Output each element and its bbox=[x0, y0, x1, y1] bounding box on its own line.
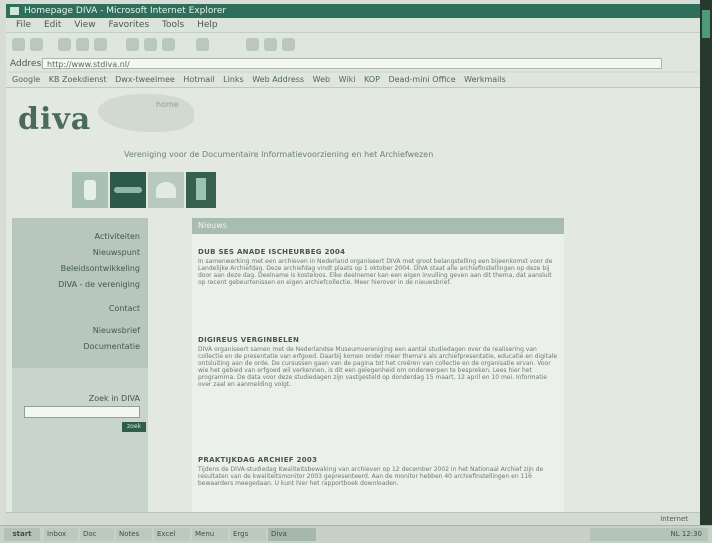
window-title: Homepage DIVA - Microsoft Internet Explo… bbox=[24, 6, 227, 16]
header-tile bbox=[72, 172, 108, 208]
address-bar: Address http://www.stdiva.nl/ bbox=[6, 57, 700, 71]
content-header: Nieuws bbox=[192, 218, 564, 234]
window-edge bbox=[700, 0, 712, 543]
refresh-icon[interactable] bbox=[76, 38, 89, 51]
forward-icon[interactable] bbox=[30, 38, 43, 51]
search-button[interactable]: zoek bbox=[122, 422, 146, 432]
news-content: Nieuws DUB SES ANADE ISCHEURBEG 2004 In … bbox=[192, 218, 564, 512]
taskbar-item[interactable]: Doc bbox=[80, 528, 114, 541]
status-bar: Internet bbox=[6, 512, 700, 525]
scroll-thumb[interactable] bbox=[702, 10, 710, 38]
nav-nieuwspunt[interactable]: Nieuwspunt bbox=[93, 248, 140, 257]
address-label: Address bbox=[10, 59, 46, 69]
link-item[interactable]: KB Zoekdienst bbox=[49, 75, 107, 84]
nav-beleidsontwikkeling[interactable]: Beleidsontwikkeling bbox=[61, 264, 140, 273]
home-link[interactable]: home bbox=[156, 100, 179, 109]
link-item[interactable]: Dead-mini Office bbox=[388, 75, 455, 84]
article-title[interactable]: DUB SES ANADE ISCHEURBEG 2004 bbox=[198, 248, 558, 256]
nav-vereniging[interactable]: DIVA - de vereniging bbox=[58, 280, 140, 289]
link-item[interactable]: Links bbox=[223, 75, 244, 84]
article-body: DIVA organiseert samen met de Nederlands… bbox=[198, 346, 558, 388]
search-panel: Zoek in DIVA zoek bbox=[12, 368, 148, 512]
article-body: In samenwerking met een archieven in Ned… bbox=[198, 258, 553, 286]
taskbar: start Inbox Doc Notes Excel Menu Ergs Di… bbox=[0, 525, 712, 543]
article-title[interactable]: PRAKTIJKDAG ARCHIEF 2003 bbox=[198, 456, 558, 464]
taskbar-item-active[interactable]: Diva bbox=[268, 528, 316, 541]
sidebar-nav: Activiteiten Nieuwspunt Beleidsontwikkel… bbox=[12, 218, 148, 368]
search-input[interactable] bbox=[24, 406, 140, 418]
browser-icon bbox=[10, 7, 19, 15]
home-icon[interactable] bbox=[94, 38, 107, 51]
link-item[interactable]: Werkmails bbox=[464, 75, 506, 84]
menu-bar: File Edit View Favorites Tools Help bbox=[6, 18, 700, 32]
system-tray: NL 12:30 bbox=[590, 528, 708, 541]
link-item[interactable]: Web Address bbox=[252, 75, 304, 84]
web-page: diva home Vereniging voor de Documentair… bbox=[6, 88, 700, 512]
media-icon[interactable] bbox=[196, 38, 209, 51]
logo-swoosh bbox=[98, 94, 194, 132]
link-item[interactable]: Dwx-tweelmee bbox=[115, 75, 175, 84]
article-title[interactable]: DIGIREUS VERGINBELEN bbox=[198, 336, 558, 344]
news-article: DUB SES ANADE ISCHEURBEG 2004 In samenwe… bbox=[198, 248, 558, 286]
article-body: Tijdens de DIVA-studiedag Kwaliteitsbewa… bbox=[198, 466, 544, 487]
menu-file[interactable]: File bbox=[16, 20, 31, 30]
start-button[interactable]: start bbox=[4, 528, 40, 541]
link-item[interactable]: Web bbox=[313, 75, 330, 84]
header-tile bbox=[186, 172, 216, 208]
taskbar-item[interactable]: Inbox bbox=[44, 528, 78, 541]
address-input[interactable]: http://www.stdiva.nl/ bbox=[42, 58, 662, 69]
header-tile bbox=[110, 172, 146, 208]
site-tagline: Vereniging voor de Documentaire Informat… bbox=[124, 150, 434, 159]
news-article: PRAKTIJKDAG ARCHIEF 2003 Tijdens de DIVA… bbox=[198, 456, 558, 487]
menu-view[interactable]: View bbox=[74, 20, 95, 30]
favorites-icon[interactable] bbox=[144, 38, 157, 51]
nav-documentatie[interactable]: Documentatie bbox=[83, 342, 140, 351]
search-icon[interactable] bbox=[126, 38, 139, 51]
toolbar bbox=[6, 32, 700, 58]
nav-activiteiten[interactable]: Activiteiten bbox=[95, 232, 140, 241]
history-icon[interactable] bbox=[162, 38, 175, 51]
nav-contact[interactable]: Contact bbox=[109, 304, 140, 313]
taskbar-item[interactable]: Excel bbox=[154, 528, 190, 541]
link-item[interactable]: Hotmail bbox=[183, 75, 214, 84]
link-item[interactable]: Google bbox=[12, 75, 40, 84]
status-zone: Internet bbox=[660, 515, 688, 523]
link-item[interactable]: Wiki bbox=[339, 75, 356, 84]
window-titlebar: Homepage DIVA - Microsoft Internet Explo… bbox=[6, 4, 700, 18]
taskbar-item[interactable]: Ergs bbox=[230, 528, 266, 541]
menu-help[interactable]: Help bbox=[197, 20, 218, 30]
link-item[interactable]: KOP bbox=[364, 75, 380, 84]
taskbar-item[interactable]: Notes bbox=[116, 528, 152, 541]
site-logo[interactable]: diva bbox=[18, 102, 91, 137]
menu-tools[interactable]: Tools bbox=[162, 20, 184, 30]
nav-nieuwsbrief[interactable]: Nieuwsbrief bbox=[93, 326, 140, 335]
taskbar-item[interactable]: Menu bbox=[192, 528, 228, 541]
news-article: DIGIREUS VERGINBELEN DIVA organiseert sa… bbox=[198, 336, 558, 388]
stop-icon[interactable] bbox=[58, 38, 71, 51]
menu-favorites[interactable]: Favorites bbox=[108, 20, 149, 30]
menu-edit[interactable]: Edit bbox=[44, 20, 61, 30]
screen: Homepage DIVA - Microsoft Internet Explo… bbox=[0, 0, 712, 543]
header-tile bbox=[148, 172, 184, 208]
search-title: Zoek in DIVA bbox=[88, 394, 140, 403]
edit-icon[interactable] bbox=[282, 38, 295, 51]
back-icon[interactable] bbox=[12, 38, 25, 51]
mail-icon[interactable] bbox=[246, 38, 259, 51]
links-bar: Google KB Zoekdienst Dwx-tweelmee Hotmai… bbox=[6, 73, 700, 88]
print-icon[interactable] bbox=[264, 38, 277, 51]
